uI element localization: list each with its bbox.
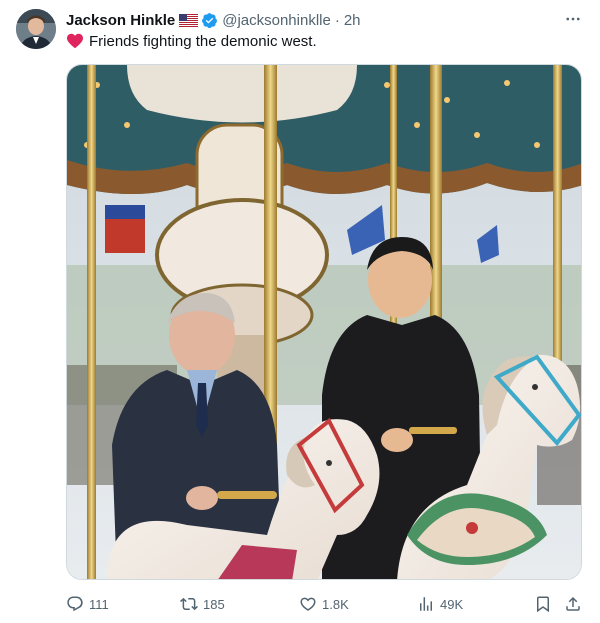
action-bar: 111 185 1.8K 49K [66,593,586,615]
avatar-image [16,9,56,49]
like-button[interactable]: 1.8K [299,593,349,615]
views-count: 49K [440,596,464,612]
tweet-image[interactable] [66,64,582,580]
timestamp[interactable]: 2h [344,12,361,29]
separator-dot: · [334,11,340,29]
bookmark-icon [537,596,549,613]
reply-icon [67,596,83,612]
tweet-header: Jackson Hinkle @jacksonhinklle · 2h [66,10,361,30]
views-button[interactable]: 49K [417,593,463,615]
share-icon [566,596,580,611]
bookmark-button[interactable] [534,593,557,615]
author-name[interactable]: Jackson Hinkle [66,12,175,29]
reply-count: 111 [89,596,109,612]
carousel-photo [67,65,581,579]
share-button[interactable] [564,593,587,615]
us-flag-icon [179,13,199,27]
retweet-button[interactable]: 185 [180,593,225,615]
reply-button[interactable]: 111 [66,593,109,615]
retweet-count: 185 [203,596,225,612]
tweet-text-content: Friends fighting the demonic west. [89,32,317,50]
verified-badge-icon[interactable] [201,12,218,29]
more-options-icon[interactable] [562,10,584,28]
red-heart-icon [66,33,84,49]
analytics-icon [420,597,432,611]
tweet[interactable]: Jackson Hinkle @jacksonhinklle · 2h Frie… [0,0,600,623]
author-handle[interactable]: @jacksonhinklle [222,12,331,29]
heart-icon [300,597,316,611]
retweet-icon [180,597,198,611]
avatar[interactable] [16,9,56,49]
like-count: 1.8K [322,596,349,612]
tweet-text: Friends fighting the demonic west. [66,31,317,51]
